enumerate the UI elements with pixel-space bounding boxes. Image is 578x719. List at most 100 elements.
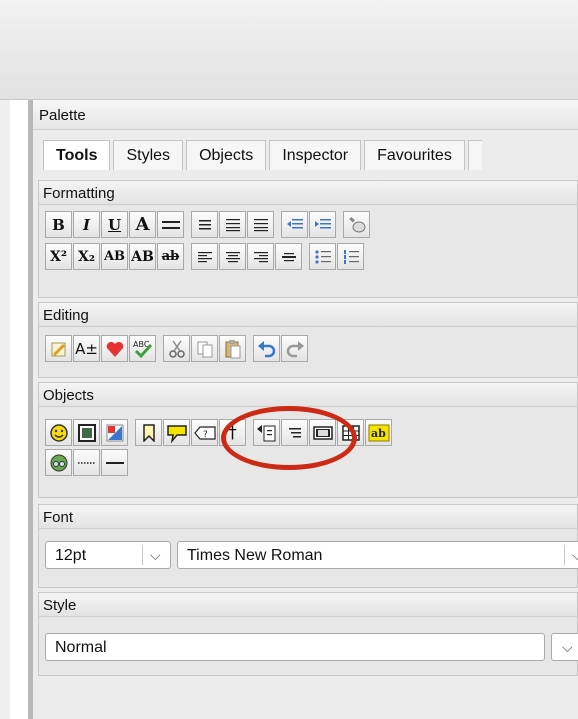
objects-row-2 bbox=[45, 449, 129, 476]
bookmark-icon bbox=[142, 423, 155, 442]
insert-tooltip-button[interactable]: ? bbox=[191, 419, 218, 446]
edit-note-button[interactable] bbox=[45, 335, 72, 362]
window-chrome bbox=[0, 0, 578, 100]
bullet-list-button[interactable] bbox=[309, 243, 336, 270]
formatting-title: Formatting bbox=[43, 185, 115, 202]
align-right-icon bbox=[253, 251, 268, 262]
align-justify-icon bbox=[198, 219, 211, 229]
formatting-section: Formatting B I U A X² X₂ AB AB ab bbox=[38, 180, 578, 298]
horizontal-line-icon bbox=[105, 461, 124, 464]
editing-section: Editing A± ABC bbox=[38, 302, 578, 378]
heart-icon bbox=[106, 341, 123, 357]
insert-smiley-button[interactable] bbox=[45, 419, 72, 446]
paragraph-style-field[interactable]: Normal bbox=[45, 633, 545, 661]
editing-row: A± ABC bbox=[45, 335, 309, 362]
tag-icon: ? bbox=[193, 425, 216, 440]
font-family-select[interactable]: Times New Roman ⌵ bbox=[177, 541, 578, 569]
align-center-icon bbox=[225, 251, 240, 262]
italic-button[interactable]: I bbox=[73, 211, 100, 238]
favorite-button[interactable] bbox=[101, 335, 128, 362]
cut-icon bbox=[168, 340, 185, 358]
insert-dotted-line-button[interactable] bbox=[73, 449, 100, 476]
align-decimal-icon bbox=[281, 252, 296, 261]
align-right-button[interactable] bbox=[247, 243, 274, 270]
outdent-button[interactable] bbox=[281, 211, 308, 238]
style-header[interactable]: Style bbox=[39, 593, 577, 617]
outdent-icon bbox=[286, 218, 303, 228]
align-fill-icon bbox=[253, 218, 268, 231]
text-field-icon: ab bbox=[368, 424, 389, 441]
chevron-down-icon: ⌵ bbox=[562, 639, 573, 655]
spellcheck-button[interactable]: ABC bbox=[129, 335, 156, 362]
select-separator bbox=[142, 545, 143, 565]
bold-button[interactable]: B bbox=[45, 211, 72, 238]
objects-header[interactable]: Objects bbox=[39, 383, 577, 407]
insert-horizontal-line-button[interactable] bbox=[101, 449, 128, 476]
tab-styles[interactable]: Styles bbox=[113, 140, 184, 170]
editing-title: Editing bbox=[43, 307, 89, 324]
align-lines-icon bbox=[225, 218, 240, 231]
subscript-button[interactable]: X₂ bbox=[73, 243, 100, 270]
redo-button[interactable] bbox=[281, 335, 308, 362]
strikethrough-button[interactable]: ab bbox=[157, 243, 184, 270]
align-decimal-button[interactable] bbox=[275, 243, 302, 270]
palette-title: Palette bbox=[39, 107, 86, 124]
align-lines-button[interactable] bbox=[219, 211, 246, 238]
smiley-icon bbox=[49, 423, 68, 442]
font-size-button[interactable]: A± bbox=[73, 335, 100, 362]
insert-text-field-button[interactable]: ab bbox=[365, 419, 392, 446]
select-separator bbox=[564, 545, 565, 565]
editing-header[interactable]: Editing bbox=[39, 303, 577, 327]
formatting-header[interactable]: Formatting bbox=[39, 181, 577, 205]
copy-button[interactable] bbox=[191, 335, 218, 362]
annotation-circle bbox=[221, 406, 357, 470]
insert-comment-button[interactable] bbox=[163, 419, 190, 446]
paste-icon bbox=[225, 339, 240, 358]
align-fill-button[interactable] bbox=[247, 211, 274, 238]
insert-picture-button[interactable] bbox=[101, 419, 128, 446]
insert-image-button[interactable] bbox=[73, 419, 100, 446]
cut-button[interactable] bbox=[163, 335, 190, 362]
align-left-icon bbox=[197, 251, 212, 262]
align-center-button[interactable] bbox=[219, 243, 246, 270]
tab-inspector[interactable]: Inspector bbox=[269, 140, 362, 170]
numbered-list-button[interactable] bbox=[337, 243, 364, 270]
brush-icon bbox=[348, 216, 365, 232]
objects-title: Objects bbox=[43, 387, 94, 404]
paragraph-style-dropdown[interactable]: ⌵ bbox=[551, 633, 578, 661]
highlight-color-button[interactable] bbox=[157, 211, 184, 238]
tab-objects[interactable]: Objects bbox=[186, 140, 267, 170]
tab-tools[interactable]: Tools bbox=[43, 140, 111, 170]
align-justify-button[interactable] bbox=[191, 211, 218, 238]
font-color-button[interactable]: A bbox=[129, 211, 156, 238]
equation-icon bbox=[50, 454, 67, 471]
font-size-icon: A± bbox=[75, 339, 98, 358]
insert-bookmark-button[interactable] bbox=[135, 419, 162, 446]
comment-icon bbox=[166, 424, 187, 443]
font-size-value: 12pt bbox=[55, 547, 87, 564]
insert-equation-button[interactable] bbox=[45, 449, 72, 476]
undo-icon bbox=[257, 340, 275, 357]
style-section: Style Normal ⌵ bbox=[38, 592, 578, 676]
format-painter-button[interactable] bbox=[343, 211, 370, 238]
undo-button[interactable] bbox=[253, 335, 280, 362]
indent-icon bbox=[314, 218, 331, 228]
indent-button[interactable] bbox=[309, 211, 336, 238]
paste-button[interactable] bbox=[219, 335, 246, 362]
tab-overflow bbox=[467, 140, 482, 170]
small-caps-button[interactable]: AB bbox=[129, 243, 156, 270]
tab-favourites[interactable]: Favourites bbox=[364, 140, 465, 170]
line-color-icon bbox=[161, 220, 180, 229]
palette-tabs: Tools Styles Objects Inspector Favourite… bbox=[43, 140, 482, 170]
uppercase-button[interactable]: AB bbox=[101, 243, 128, 270]
chevron-down-icon: ⌵ bbox=[572, 547, 578, 563]
dotted-line-icon bbox=[77, 461, 96, 464]
underline-button[interactable]: U bbox=[101, 211, 128, 238]
align-left-button[interactable] bbox=[191, 243, 218, 270]
chevron-down-icon: ⌵ bbox=[150, 547, 161, 563]
font-size-select[interactable]: 12pt ⌵ bbox=[45, 541, 171, 569]
superscript-button[interactable]: X² bbox=[45, 243, 72, 270]
font-section: Font 12pt ⌵ Times New Roman ⌵ bbox=[38, 504, 578, 588]
font-header[interactable]: Font bbox=[39, 505, 577, 529]
formatting-row-1: B I U A bbox=[45, 211, 371, 238]
